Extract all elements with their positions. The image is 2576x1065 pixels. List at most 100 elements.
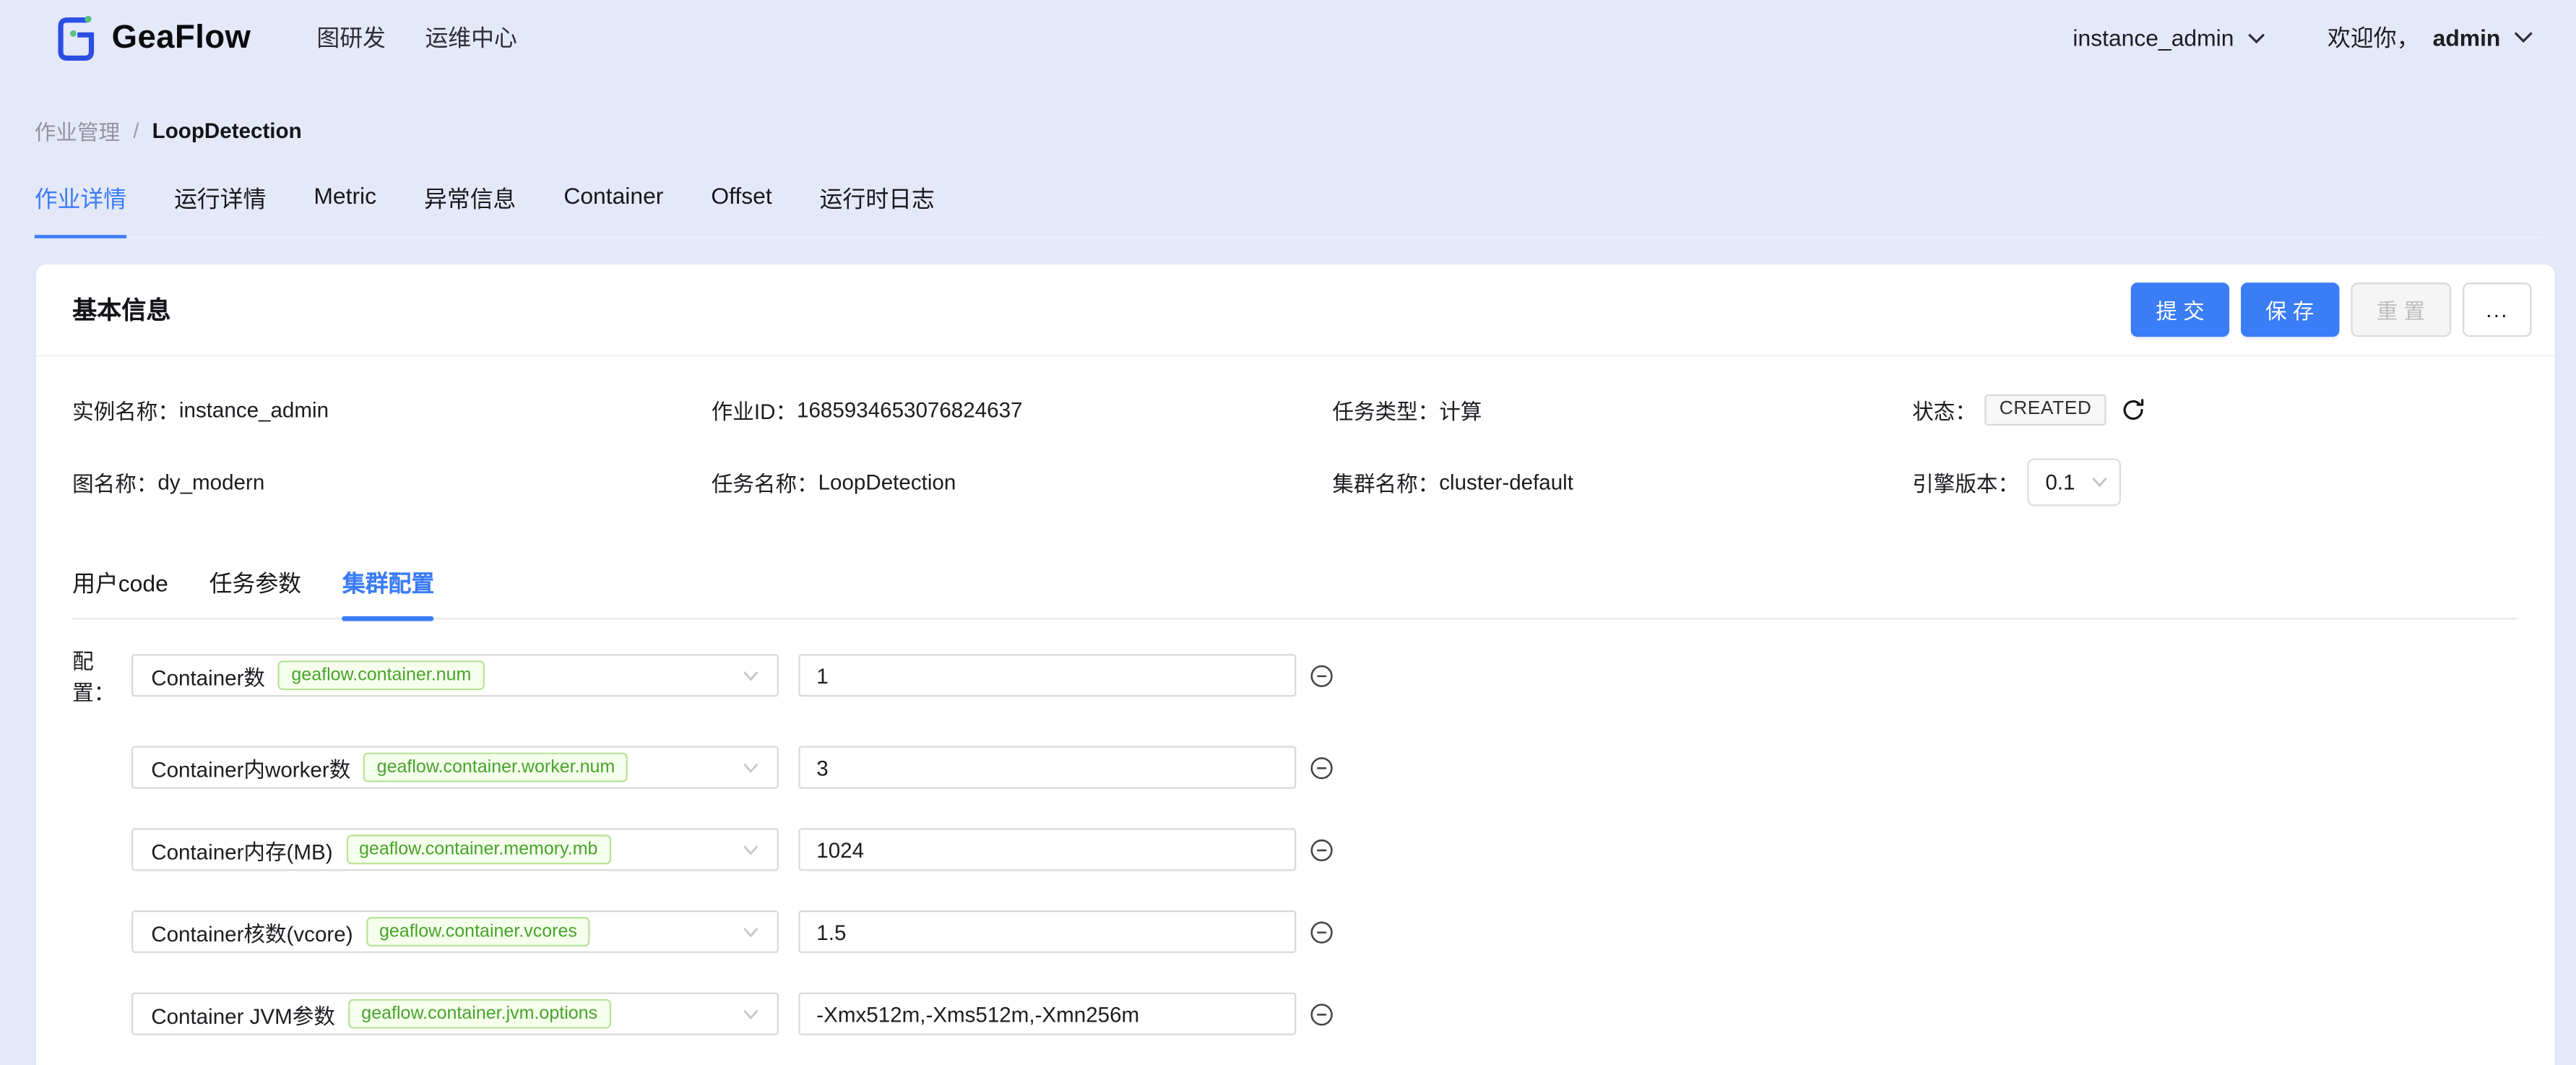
top-nav-item-1[interactable]: 运维中心 (425, 22, 517, 54)
info-field-label: 集群名称： (1332, 467, 1439, 498)
info-field-label: 引擎版本： (1912, 467, 2019, 498)
config-key-select[interactable]: Container内worker数 geaflow.container.worke… (131, 746, 779, 789)
config-key-tag: geaflow.container.num (278, 660, 484, 690)
instance-switcher[interactable]: instance_admin (2073, 25, 2265, 51)
config-label: 配置： (72, 644, 131, 707)
save-button[interactable]: 保 存 (2241, 283, 2339, 337)
config-row: Container核数(vcore) geaflow.container.vcor… (72, 910, 2518, 953)
cluster-config-section: 配置：Container数geaflow.container.numContai… (36, 619, 2554, 1035)
tab-3[interactable]: 异常信息 (424, 182, 516, 236)
chevron-down-icon (743, 926, 759, 938)
minus-circle-icon[interactable] (1310, 755, 1334, 780)
minus-circle-icon[interactable] (1310, 919, 1334, 944)
breadcrumb-parent[interactable]: 作业管理 (35, 115, 120, 146)
chevron-down-icon (743, 844, 759, 855)
subtab-2[interactable]: 集群配置 (342, 567, 434, 618)
top-nav: 图研发 运维中心 (316, 22, 517, 54)
config-key-name: Container内存(MB) (151, 834, 332, 865)
chevron-down-icon (743, 670, 759, 681)
chevron-down-icon (743, 1008, 759, 1019)
tab-5[interactable]: Offset (711, 182, 771, 236)
engine-version-select[interactable]: 0.1 (2027, 459, 2121, 506)
info-field-6: 集群名称：cluster-default (1332, 464, 1912, 500)
info-field-2: 任务类型：计算 (1332, 391, 1912, 427)
info-field-4: 图名称：dy_modern (72, 464, 712, 500)
subtab-1[interactable]: 任务参数 (209, 567, 301, 618)
config-value-input[interactable] (798, 746, 1296, 789)
refresh-icon[interactable] (2122, 397, 2146, 421)
config-key-name: Container数 (151, 660, 265, 691)
config-subtabs: 用户code 任务参数集群配置 (72, 567, 2518, 620)
user-name: admin (2433, 25, 2501, 51)
config-key-name: Container核数(vcore) (151, 916, 353, 947)
instance-switcher-label: instance_admin (2073, 25, 2234, 51)
subtab-0[interactable]: 用户code (72, 567, 168, 618)
info-field-0: 实例名称：instance_admin (72, 391, 712, 427)
reset-button[interactable]: 重 置 (2350, 283, 2451, 337)
basic-info-grid: 实例名称：instance_admin作业ID：1685934653076824… (36, 357, 2554, 506)
config-key-name: Container JVM参数 (151, 999, 335, 1030)
tab-4[interactable]: Container (563, 182, 663, 236)
tab-1[interactable]: 运行详情 (174, 182, 266, 236)
info-field-label: 实例名称： (72, 394, 179, 425)
info-field-value: dy_modern (157, 470, 264, 494)
info-field-1: 作业ID：1685934653076824637 (712, 391, 1333, 427)
config-key-tag: geaflow.container.worker.num (363, 753, 628, 782)
brand-logo[interactable]: GeaFlow (54, 12, 251, 64)
page-tabs: 作业详情运行详情 Metric 异常信息 Container Offset 运行时日志 (35, 182, 2541, 238)
tab-2[interactable]: Metric (314, 182, 376, 236)
brand-name: GeaFlow (112, 19, 251, 56)
card-actions: 提 交 保 存 重 置 ... (2131, 283, 2531, 337)
info-field-label: 任务类型： (1332, 394, 1439, 425)
config-row: Container内worker数 geaflow.container.worke… (72, 746, 2518, 789)
tab-0[interactable]: 作业详情 (35, 182, 126, 236)
config-key-select[interactable]: Container内存(MB)geaflow.container.memory.… (131, 828, 779, 871)
config-value-input[interactable] (798, 654, 1296, 697)
config-key-select[interactable]: Container核数(vcore) geaflow.container.vcor… (131, 910, 779, 953)
config-row: Container内存(MB)geaflow.container.memory.… (72, 828, 2518, 871)
info-field-3: 状态：CREATED (1912, 391, 2518, 427)
config-key-select[interactable]: Container数 geaflow.container.num (131, 654, 779, 697)
job-detail-card: 基本信息 提 交 保 存 重 置 ... 实例名称：instance_admin… (36, 264, 2554, 1065)
card-header: 基本信息 提 交 保 存 重 置 ... (36, 264, 2554, 356)
info-field-label: 状态： (1912, 394, 1976, 425)
config-value-input[interactable] (798, 910, 1296, 953)
page: GeaFlow 图研发 运维中心 instance_admin 欢迎你， admi… (0, 0, 2576, 1065)
minus-circle-icon[interactable] (1310, 663, 1334, 688)
config-key-tag: geaflow.container.vcores (366, 917, 590, 947)
info-field-value: LoopDetection (818, 470, 956, 494)
top-bar: GeaFlow 图研发 运维中心 instance_admin 欢迎你， admi… (0, 0, 2576, 76)
minus-circle-icon[interactable] (1310, 1001, 1334, 1026)
geaflow-logo-icon (54, 12, 97, 64)
chevron-down-icon (2247, 32, 2265, 43)
chevron-down-icon (2514, 31, 2533, 44)
config-key-select[interactable]: Container JVM参数geaflow.container.jvm.opt… (131, 993, 779, 1035)
chevron-down-icon (743, 762, 759, 773)
engine-version-value: 0.1 (2045, 470, 2091, 494)
card-title: 基本信息 (72, 293, 170, 327)
minus-circle-icon[interactable] (1310, 837, 1334, 862)
info-field-label: 任务名称： (712, 467, 818, 498)
breadcrumb-current: LoopDetection (152, 118, 302, 143)
config-key-name: Container内worker数 (151, 751, 350, 782)
config-value-input[interactable] (798, 993, 1296, 1035)
more-actions-button[interactable]: ... (2463, 283, 2531, 337)
info-field-7: 引擎版本： 0.1 (1912, 459, 2518, 506)
topbar-right: instance_admin 欢迎你， admin (2073, 22, 2533, 54)
breadcrumb-separator: / (133, 118, 139, 143)
config-value-input[interactable] (798, 828, 1296, 871)
top-nav-item-0[interactable]: 图研发 (316, 22, 386, 54)
info-field-label: 作业ID： (712, 394, 797, 425)
info-field-value: instance_admin (179, 397, 329, 421)
user-menu[interactable]: 欢迎你， admin (2328, 22, 2533, 54)
tab-6[interactable]: 运行时日志 (820, 182, 935, 236)
info-field-value: 计算 (1439, 394, 1482, 425)
config-row: Container JVM参数geaflow.container.jvm.opt… (72, 993, 2518, 1035)
welcome-text: 欢迎你， (2328, 22, 2419, 54)
submit-button[interactable]: 提 交 (2131, 283, 2229, 337)
chevron-down-icon (2091, 477, 2108, 488)
info-field-value: cluster-default (1439, 470, 1573, 494)
info-field-5: 任务名称：LoopDetection (712, 464, 1333, 500)
config-row: 配置： Container数 geaflow.container.num (72, 644, 2518, 707)
info-field-label: 图名称： (72, 467, 157, 498)
